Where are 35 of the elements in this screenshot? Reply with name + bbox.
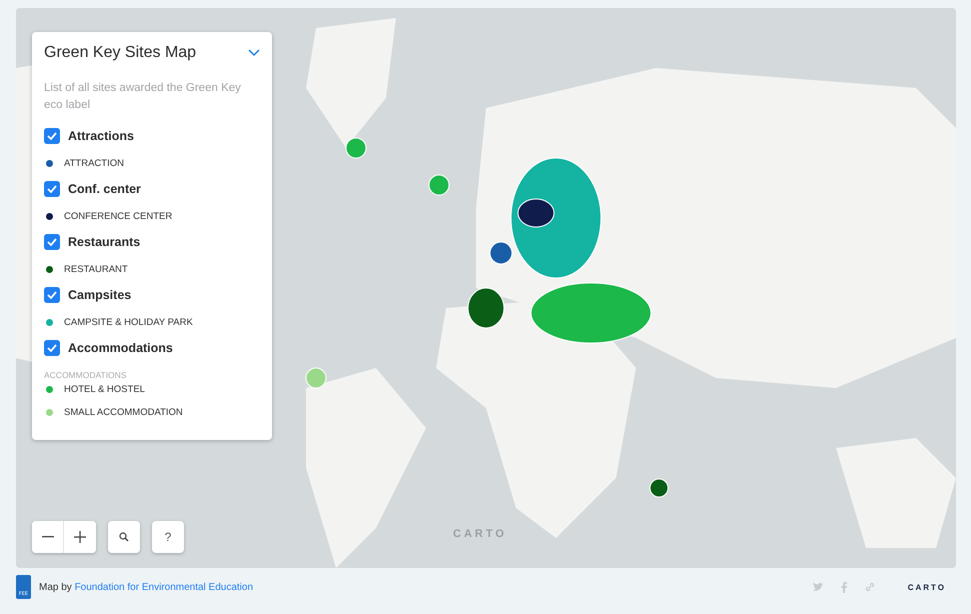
legend-label: ATTRACTION xyxy=(64,158,124,169)
checkbox[interactable] xyxy=(44,181,60,197)
checkbox[interactable] xyxy=(44,128,60,144)
checkbox[interactable] xyxy=(44,234,60,250)
legend-label: SMALL ACCOMMODATION xyxy=(64,407,183,418)
legend-description: List of all sites awarded the Green Key eco label xyxy=(44,81,242,113)
layer-label: Conf. center xyxy=(68,182,141,196)
chevron-icon[interactable] xyxy=(248,49,260,57)
legend-label: RESTAURANT xyxy=(64,264,128,275)
search-button[interactable] xyxy=(108,521,140,553)
check-icon xyxy=(47,238,57,246)
check-icon xyxy=(47,344,57,352)
search-icon xyxy=(119,532,129,542)
plus-icon xyxy=(74,531,86,543)
organization-link[interactable]: Foundation for Environmental Education xyxy=(74,582,254,592)
zoom-in-button[interactable] xyxy=(64,521,96,553)
legend-label: HOTEL & HOSTEL xyxy=(64,384,145,395)
legend-label: CAMPSITE & HOLIDAY PARK xyxy=(64,317,193,328)
minus-icon xyxy=(42,536,54,538)
map-logo: CARTO xyxy=(453,528,507,540)
layer-label: Campsites xyxy=(68,288,132,302)
layer-label: Accommodations xyxy=(68,341,173,355)
legend-subheading: ACCOMMODATIONS xyxy=(44,370,128,380)
attribution-text: Map by Foundation for Environmental Education xyxy=(39,582,254,592)
check-icon xyxy=(47,132,57,140)
layer-label: Restaurants xyxy=(68,235,140,249)
carto-logo: CARTO xyxy=(908,582,946,592)
checkbox[interactable] xyxy=(44,340,60,356)
check-icon xyxy=(47,291,57,299)
layer-label: Attractions xyxy=(68,129,134,143)
help-button[interactable]: ? xyxy=(152,521,184,553)
legend-title: Green Key Sites Map xyxy=(44,44,196,62)
check-icon xyxy=(47,185,57,193)
legend-label: CONFERENCE CENTER xyxy=(64,211,172,222)
checkbox[interactable] xyxy=(44,287,60,303)
